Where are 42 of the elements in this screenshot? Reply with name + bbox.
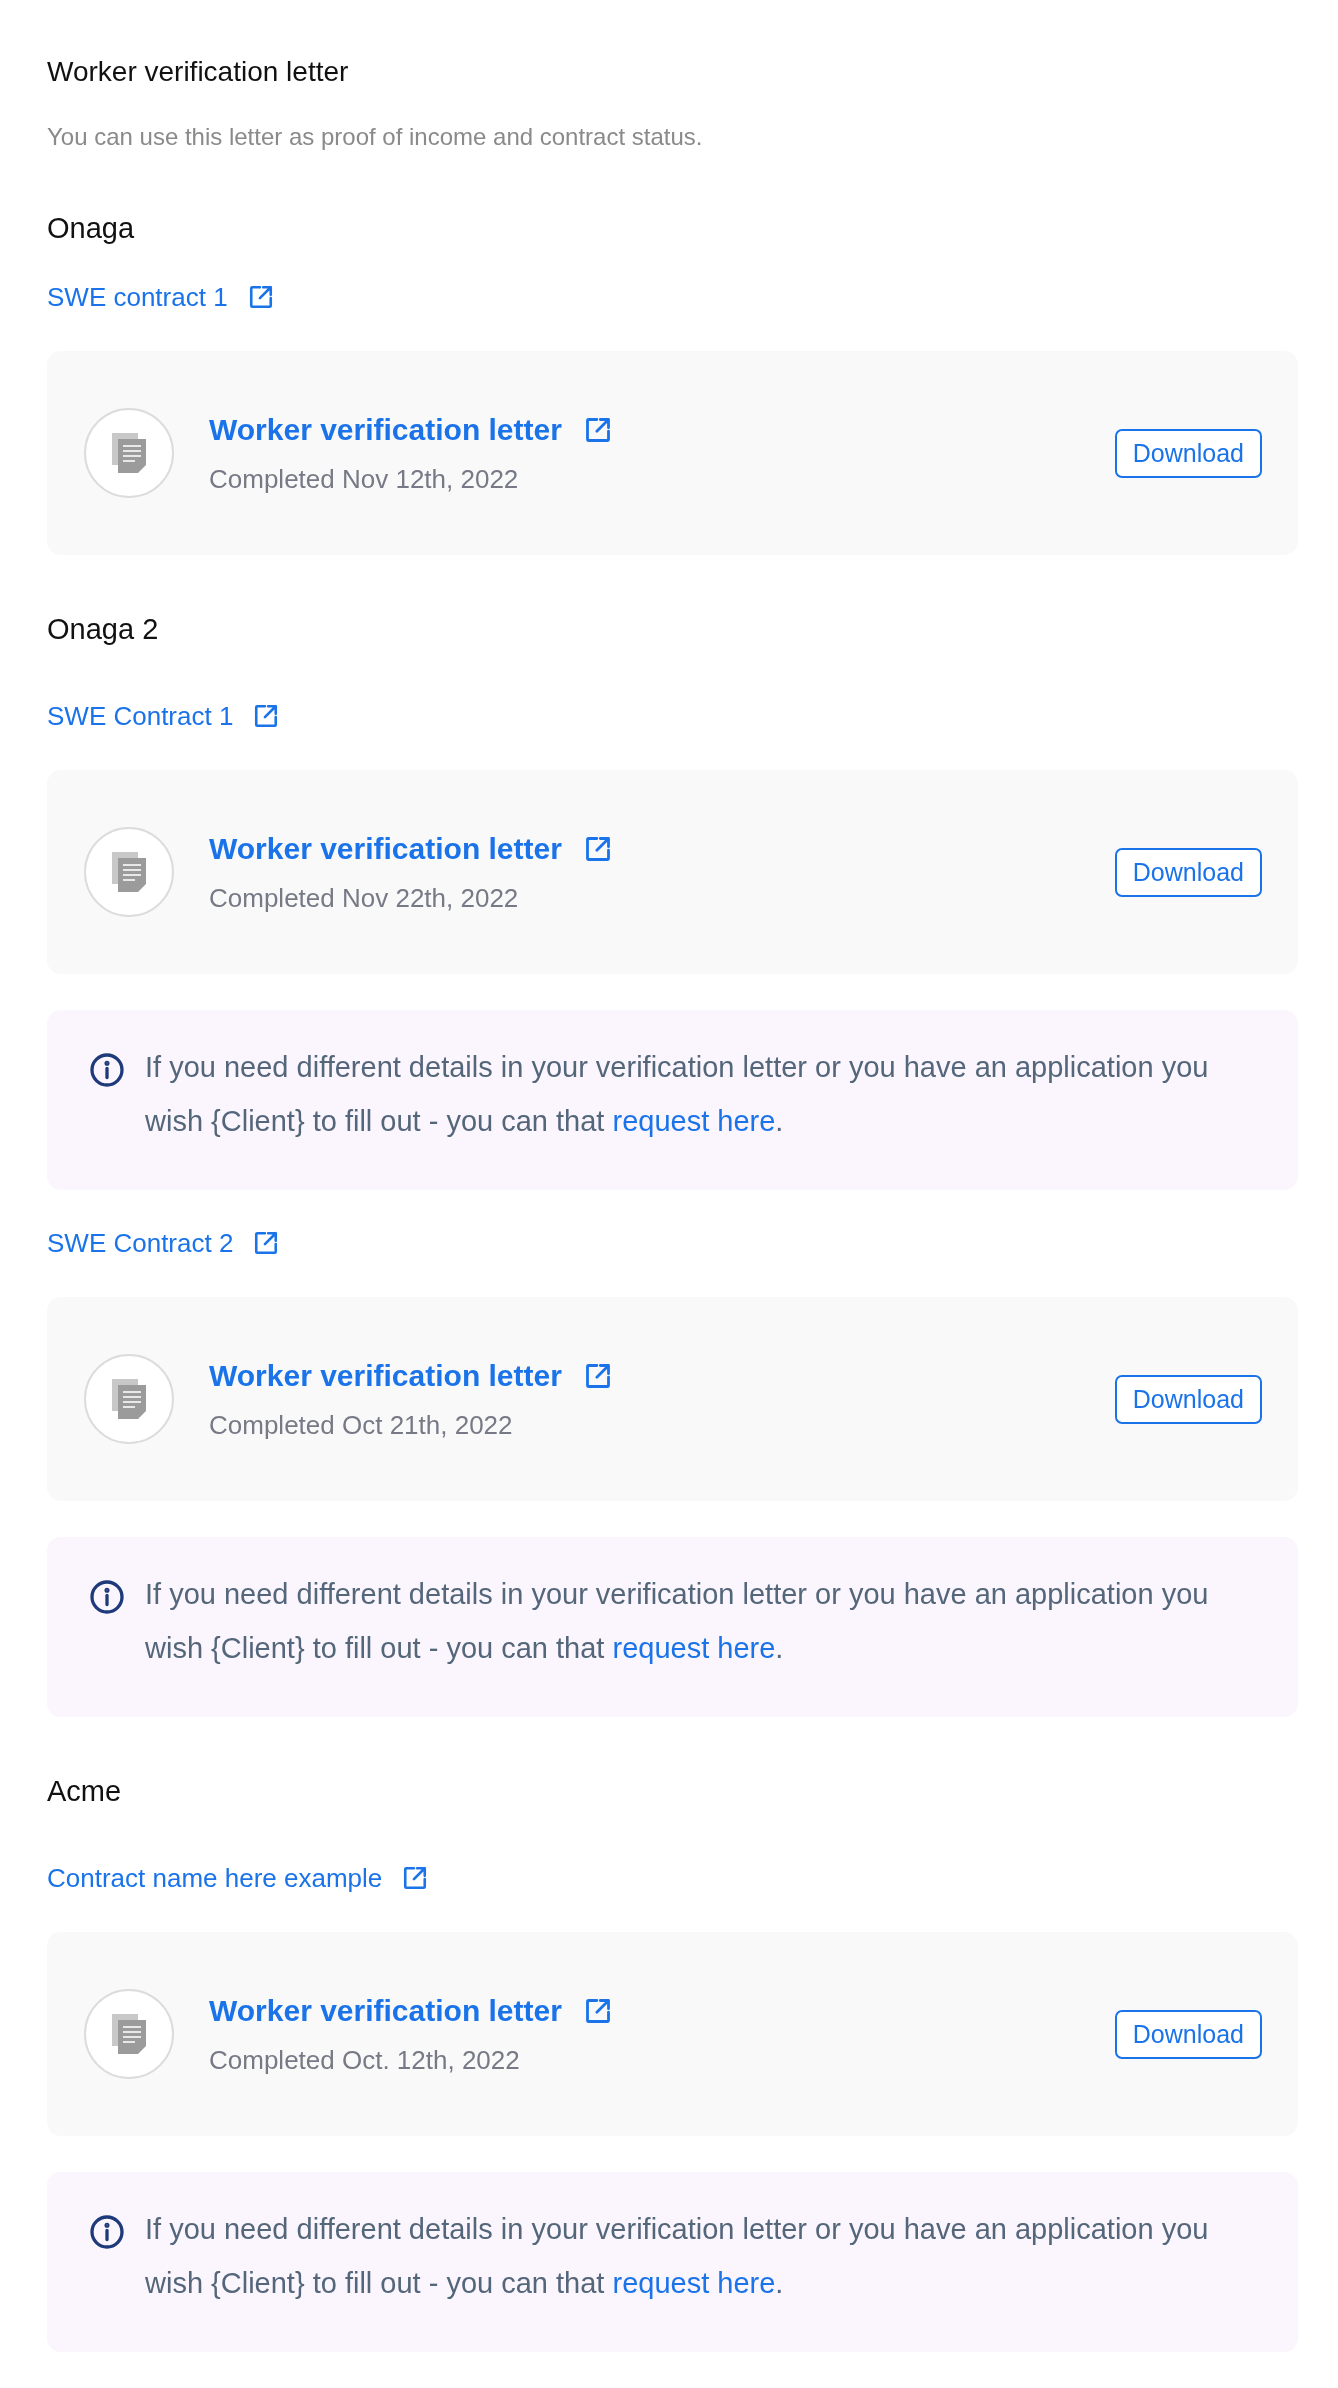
download-button[interactable]: Download bbox=[1114, 428, 1262, 478]
page-title: Worker verification letter bbox=[47, 55, 350, 89]
letter-link[interactable]: Worker verification letter bbox=[209, 830, 612, 868]
info-message: If you need different details in your verification letter or you have an application you wish {Client} to fill out - you can that request here. bbox=[145, 1577, 1210, 1666]
info-icon bbox=[89, 1052, 125, 1088]
request-link[interactable]: request here bbox=[612, 2267, 776, 2299]
external-link-icon bbox=[583, 416, 612, 444]
info-message: If you need different details in your verification letter or you have an application you wish {Client} to fill out - you can that request here. bbox=[145, 2212, 1210, 2301]
completed-date: Completed Nov 12th, 2022 bbox=[209, 463, 520, 495]
document-icon bbox=[112, 2014, 146, 2054]
letter-link[interactable]: Worker verification letter bbox=[209, 411, 612, 449]
completed-date: Completed Nov 22th, 2022 bbox=[209, 882, 520, 914]
client-name: Onaga 2 bbox=[47, 612, 160, 647]
client-name: Acme bbox=[47, 1774, 123, 1809]
letter-link[interactable]: Worker verification letter bbox=[209, 1992, 612, 2030]
client-name: Onaga bbox=[47, 211, 136, 246]
info-message: If you need different details in your verification letter or you have an application you wish {Client} to fill out - you can that request here. bbox=[145, 1050, 1210, 1139]
external-link-icon bbox=[253, 1230, 280, 1256]
download-button[interactable]: Download bbox=[1114, 847, 1262, 897]
contract-link[interactable]: SWE contract 1 bbox=[47, 280, 274, 314]
document-icon bbox=[112, 1379, 146, 1419]
contract-link[interactable]: SWE Contract 1 bbox=[47, 699, 280, 733]
page-description: You can use this letter as proof of income and contract status. bbox=[47, 122, 704, 152]
info-icon bbox=[89, 1579, 125, 1615]
external-link-icon bbox=[583, 835, 612, 863]
info-icon bbox=[89, 2214, 125, 2250]
request-link[interactable]: request here bbox=[612, 1632, 776, 1664]
external-link-icon bbox=[583, 1362, 612, 1390]
document-icon bbox=[112, 433, 146, 473]
external-link-icon bbox=[247, 284, 274, 310]
request-link[interactable]: request here bbox=[612, 1105, 776, 1137]
contract-link[interactable]: SWE Contract 2 bbox=[47, 1226, 280, 1260]
contract-link[interactable]: Contract name here example bbox=[47, 1861, 429, 1895]
letter-link[interactable]: Worker verification letter bbox=[209, 1357, 612, 1395]
external-link-icon bbox=[402, 1865, 429, 1891]
completed-date: Completed Oct 21th, 2022 bbox=[209, 1409, 514, 1441]
document-icon bbox=[112, 852, 146, 892]
external-link-icon bbox=[253, 703, 280, 729]
completed-date: Completed Oct. 12th, 2022 bbox=[209, 2044, 521, 2076]
download-button[interactable]: Download bbox=[1114, 1374, 1262, 1424]
download-button[interactable]: Download bbox=[1114, 2009, 1262, 2059]
external-link-icon bbox=[583, 1997, 612, 2025]
